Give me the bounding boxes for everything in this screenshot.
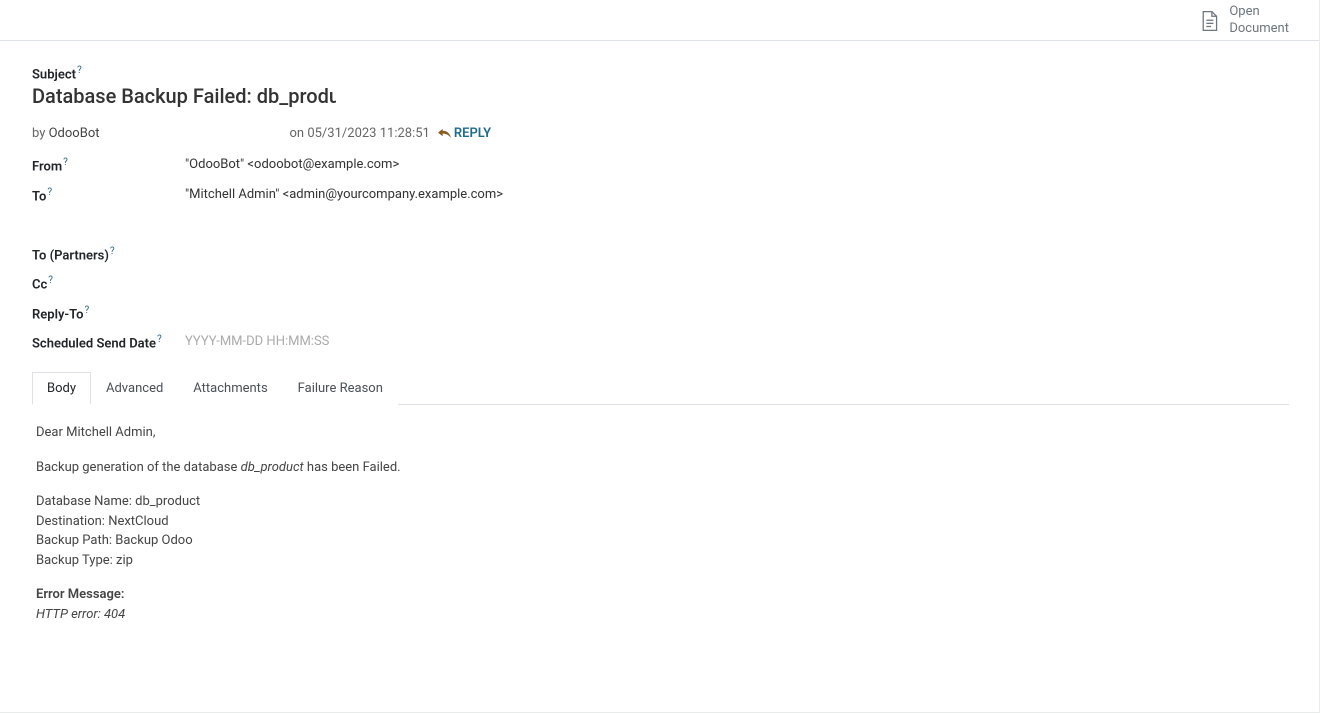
main-content: Subject? by OdooBot on 05/31/2023 11:28:… (0, 41, 1319, 642)
by-author: by OdooBot (32, 126, 99, 141)
help-icon[interactable]: ? (157, 334, 162, 345)
help-icon[interactable]: ? (48, 275, 53, 286)
subject-label: Subject? (32, 65, 1289, 82)
cc-value[interactable] (185, 269, 1289, 298)
scheduled-label: Scheduled Send Date? (32, 328, 185, 357)
bottom-divider (0, 712, 1320, 713)
reply-icon (438, 128, 451, 139)
from-value[interactable]: "OdooBot" <odoobot@example.com> (185, 151, 1289, 180)
body-status-line: Backup generation of the database db_pro… (36, 458, 1285, 478)
from-label: From? (32, 151, 185, 180)
open-document-button[interactable]: OpenDocument (1200, 4, 1289, 38)
cc-label: Cc? (32, 269, 185, 298)
help-icon[interactable]: ? (63, 157, 68, 168)
tab-body[interactable]: Body (32, 372, 91, 405)
meta-row: by OdooBot on 05/31/2023 11:28:51 REPLY (32, 126, 1289, 141)
fields-table: From? "OdooBot" <odoobot@example.com> To… (32, 151, 1289, 357)
top-bar: OpenDocument (0, 0, 1319, 41)
help-icon[interactable]: ? (110, 246, 115, 257)
tab-failure-reason[interactable]: Failure Reason (283, 372, 398, 405)
tabs: Body Advanced Attachments Failure Reason (32, 371, 1289, 405)
help-icon[interactable]: ? (77, 65, 82, 76)
to-value[interactable]: "Mitchell Admin" <admin@yourcompany.exam… (185, 181, 1289, 210)
body-content: Dear Mitchell Admin, Backup generation o… (32, 405, 1289, 642)
reply-button[interactable]: REPLY (438, 126, 491, 141)
open-document-label: OpenDocument (1229, 4, 1289, 38)
on-date: on 05/31/2023 11:28:51 (289, 126, 429, 141)
document-icon (1200, 10, 1219, 32)
body-greeting: Dear Mitchell Admin, (36, 423, 1285, 443)
tab-attachments[interactable]: Attachments (178, 372, 282, 405)
scheduled-value[interactable]: YYYY-MM-DD HH:MM:SS (185, 328, 1289, 357)
reply-to-label: Reply-To? (32, 299, 185, 328)
to-partners-value[interactable] (185, 240, 1289, 269)
to-partners-label: To (Partners)? (32, 240, 185, 269)
tab-advanced[interactable]: Advanced (91, 372, 178, 405)
body-error: Error Message: HTTP error: 404 (36, 585, 1285, 624)
help-icon[interactable]: ? (47, 187, 52, 198)
help-icon[interactable]: ? (85, 305, 90, 316)
to-label: To? (32, 181, 185, 210)
reply-to-value[interactable] (185, 299, 1289, 328)
subject-input[interactable] (32, 84, 336, 108)
body-details: Database Name: db_product Destination: N… (36, 492, 1285, 570)
